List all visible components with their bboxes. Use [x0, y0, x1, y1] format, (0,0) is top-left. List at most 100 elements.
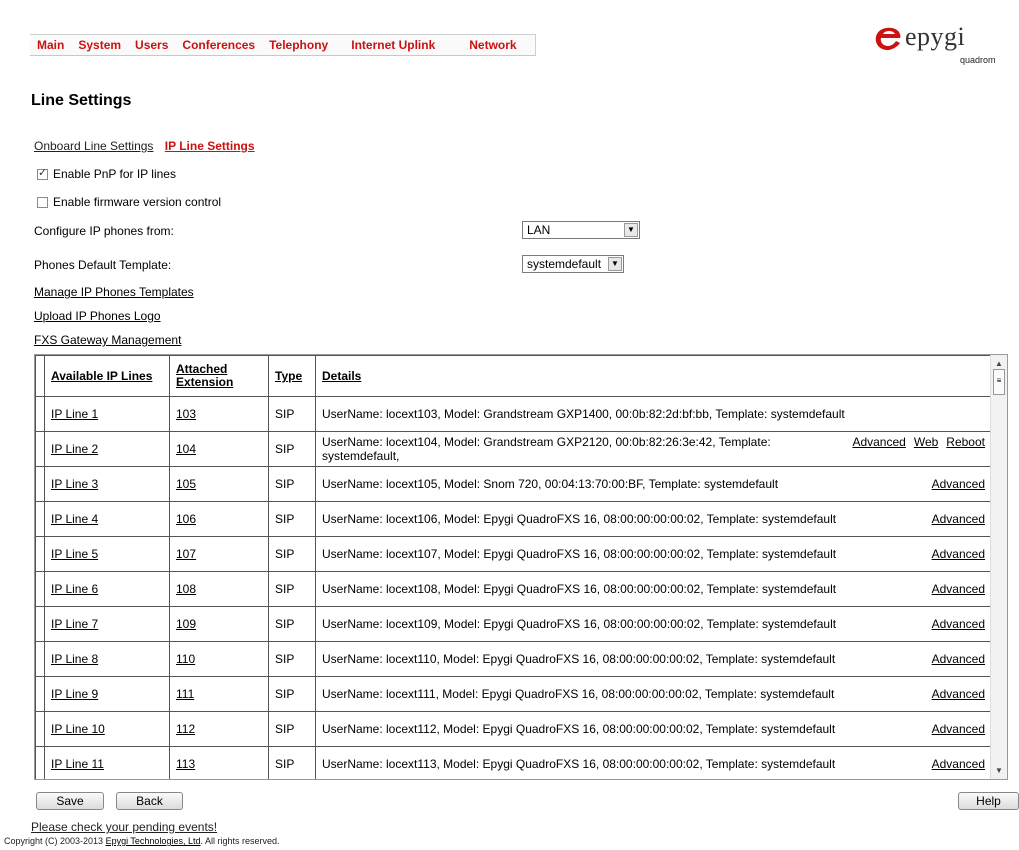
ip-line-link[interactable]: IP Line 7 [51, 617, 98, 631]
extension-link[interactable]: 107 [176, 547, 196, 561]
extension-cell: 108 [169, 571, 269, 607]
extension-link[interactable]: 113 [176, 757, 195, 771]
table-scrollbar[interactable]: ▲ ≡ ▼ [990, 355, 1007, 779]
firmware-control-option: Enable firmware version control [37, 195, 221, 209]
extension-link[interactable]: 111 [176, 687, 194, 701]
line-cell: IP Line 2 [44, 431, 170, 467]
extension-link[interactable]: 103 [176, 407, 196, 421]
row-spacer [35, 711, 45, 747]
row-action-web[interactable]: Web [914, 435, 938, 449]
details-cell: Advanced UserName: locext113, Model: Epyg… [315, 746, 992, 779]
details-cell: UserName: locext103, Model: Grandstream … [315, 396, 992, 432]
extension-cell: 111 [169, 676, 269, 712]
ip-line-link[interactable]: IP Line 10 [51, 722, 105, 736]
company-link[interactable]: Epygi Technologies, Ltd [106, 836, 201, 846]
details-text: UserName: locext103, Model: Grandstream … [322, 407, 845, 421]
row-spacer [35, 466, 45, 502]
row-action-advanced[interactable]: Advanced [932, 512, 985, 526]
row-spacer [35, 606, 45, 642]
ip-line-link[interactable]: IP Line 8 [51, 652, 98, 666]
chevron-down-icon: ▼ [624, 223, 638, 237]
ip-line-link[interactable]: IP Line 3 [51, 477, 98, 491]
header-spacer [35, 355, 45, 397]
menu-network[interactable]: Network [451, 35, 534, 55]
save-button[interactable]: Save [36, 792, 104, 810]
back-button[interactable]: Back [116, 792, 183, 810]
details-text: UserName: locext110, Model: Epygi Quadro… [322, 652, 836, 666]
ip-line-link[interactable]: IP Line 5 [51, 547, 98, 561]
page-title: Line Settings [31, 92, 132, 109]
ip-line-link[interactable]: IP Line 11 [51, 757, 104, 771]
extension-link[interactable]: 110 [176, 652, 195, 666]
row-action-advanced[interactable]: Advanced [932, 547, 985, 561]
extension-link[interactable]: 105 [176, 477, 196, 491]
details-text: UserName: locext104, Model: Grandstream … [322, 435, 771, 463]
row-action-advanced[interactable]: Advanced [932, 722, 985, 736]
scroll-thumb[interactable]: ≡ [993, 369, 1005, 395]
tab-onboard-line-settings[interactable]: Onboard Line Settings [34, 139, 153, 153]
logo-wordmark: epygi [905, 22, 966, 51]
row-action-advanced[interactable]: Advanced [852, 435, 905, 449]
ip-line-link[interactable]: IP Line 2 [51, 442, 98, 456]
pending-events-link[interactable]: Please check your pending events! [31, 820, 217, 834]
details-text: UserName: locext109, Model: Epygi Quadro… [322, 617, 837, 631]
details-cell: Advanced UserName: locext108, Model: Epyg… [315, 571, 992, 607]
help-button[interactable]: Help [958, 792, 1019, 810]
configure-from-select[interactable]: LAN ▼ [522, 221, 640, 239]
type-cell: SIP [268, 641, 316, 677]
table-header-row: Available IP Lines Attached Extension Typ… [35, 355, 992, 397]
type-cell: SIP [268, 606, 316, 642]
scroll-up-icon[interactable]: ▲ [995, 359, 1003, 368]
row-action-advanced[interactable]: Advanced [932, 687, 985, 701]
scroll-down-icon[interactable]: ▼ [995, 766, 1003, 775]
manage-templates-link[interactable]: Manage IP Phones Templates [34, 285, 194, 299]
details-cell: Advanced UserName: locext112, Model: Epyg… [315, 711, 992, 747]
menu-telephony[interactable]: Telephony [262, 35, 335, 55]
ip-line-link[interactable]: IP Line 9 [51, 687, 98, 701]
header-attached-extension[interactable]: Attached Extension [169, 355, 269, 397]
extension-cell: 109 [169, 606, 269, 642]
details-cell: Reboot Web Advanced UserName: locext104, Mo… [315, 431, 992, 467]
row-action-advanced[interactable]: Advanced [932, 652, 985, 666]
line-cell: IP Line 7 [44, 606, 170, 642]
row-action-advanced[interactable]: Advanced [932, 477, 985, 491]
header-available-lines[interactable]: Available IP Lines [44, 355, 170, 397]
type-cell: SIP [268, 746, 316, 779]
ip-lines-table-container: Available IP Lines Attached Extension Typ… [34, 354, 1008, 780]
row-action-advanced[interactable]: Advanced [932, 617, 985, 631]
extension-link[interactable]: 108 [176, 582, 196, 596]
line-cell: IP Line 6 [44, 571, 170, 607]
type-cell: SIP [268, 466, 316, 502]
menu-internet-uplink[interactable]: Internet Uplink [335, 35, 451, 55]
pnp-checkbox[interactable] [37, 166, 48, 180]
menu-system[interactable]: System [71, 35, 128, 55]
tab-ip-line-settings[interactable]: IP Line Settings [165, 139, 255, 153]
extension-link[interactable]: 109 [176, 617, 196, 631]
header-details[interactable]: Details [315, 355, 992, 397]
details-cell: Advanced UserName: locext111, Model: Epyg… [315, 676, 992, 712]
header-type[interactable]: Type [268, 355, 316, 397]
firmware-control-checkbox[interactable] [37, 196, 48, 208]
ip-line-link[interactable]: IP Line 6 [51, 582, 98, 596]
details-text: UserName: locext112, Model: Epygi Quadro… [322, 722, 836, 736]
extension-link[interactable]: 104 [176, 442, 196, 456]
line-cell: IP Line 4 [44, 501, 170, 537]
row-action-advanced[interactable]: Advanced [932, 757, 985, 771]
extension-link[interactable]: 106 [176, 512, 196, 526]
row-spacer [35, 396, 45, 432]
row-action-advanced[interactable]: Advanced [932, 582, 985, 596]
row-action-reboot[interactable]: Reboot [946, 435, 985, 449]
table-row: IP Line 9 111 SIP Advanced UserName: locext1… [35, 676, 992, 712]
upload-logo-link[interactable]: Upload IP Phones Logo [34, 309, 161, 323]
ip-line-link[interactable]: IP Line 1 [51, 407, 98, 421]
menu-conferences[interactable]: Conferences [175, 35, 262, 55]
ip-line-link[interactable]: IP Line 4 [51, 512, 98, 526]
line-cell: IP Line 10 [44, 711, 170, 747]
fxs-gateway-link[interactable]: FXS Gateway Management [34, 333, 181, 347]
type-cell: SIP [268, 711, 316, 747]
menu-main[interactable]: Main [30, 35, 71, 55]
default-template-select[interactable]: systemdefault ▼ [522, 255, 624, 273]
extension-link[interactable]: 112 [176, 722, 195, 736]
details-text: UserName: locext107, Model: Epygi Quadro… [322, 547, 837, 561]
menu-users[interactable]: Users [128, 35, 175, 55]
